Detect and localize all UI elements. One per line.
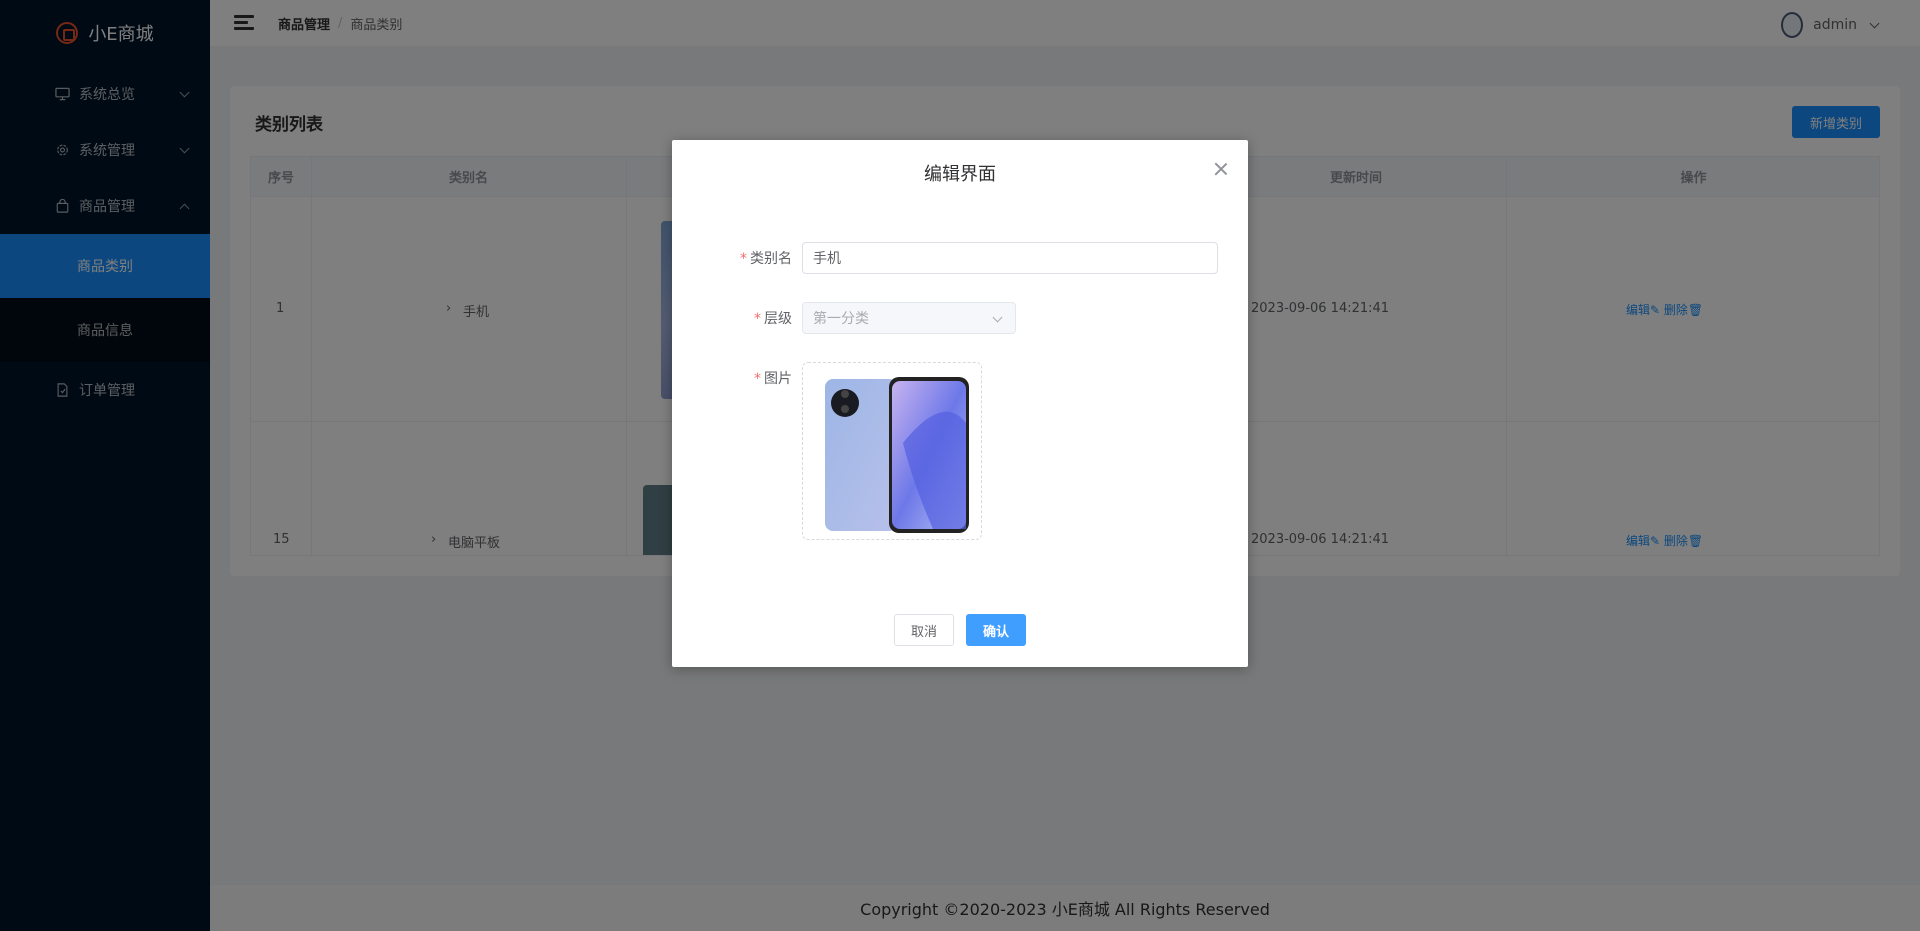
level-select[interactable]: 第一分类	[802, 302, 1016, 334]
close-icon[interactable]	[1214, 162, 1228, 176]
dialog-title: 编辑界面	[924, 164, 996, 185]
uploaded-phone-image	[825, 377, 969, 533]
category-name-input[interactable]: 手机	[802, 242, 1218, 274]
image-label: * 图片	[754, 371, 792, 387]
level-label: * 层级	[754, 311, 792, 327]
edit-dialog: 编辑界面 * 类别名 手机 * 层级 第一分类 * 图片 取消 确认	[672, 140, 1248, 667]
chevron-down-icon	[992, 312, 1003, 323]
image-uploader[interactable]	[802, 362, 982, 540]
name-label: * 类别名	[740, 251, 792, 267]
level-select-value: 第一分类	[813, 311, 869, 327]
confirm-button[interactable]: 确认	[966, 614, 1026, 646]
cancel-button[interactable]: 取消	[894, 614, 954, 646]
